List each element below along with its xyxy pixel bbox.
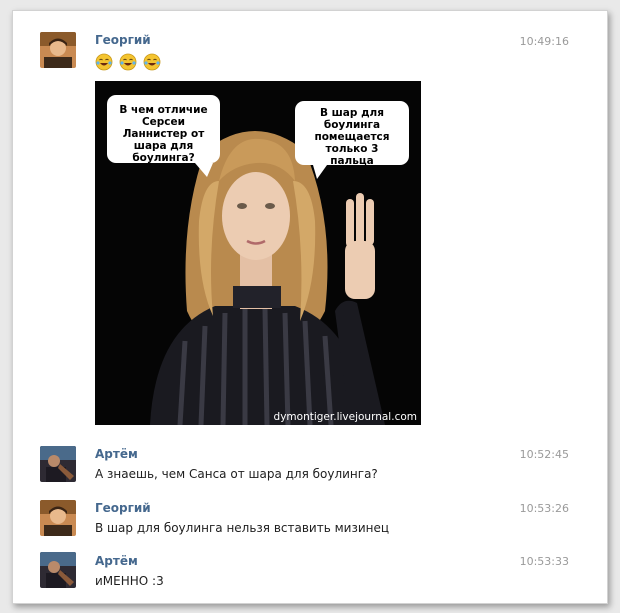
photo-watermark: dymontiger.livejournal.com bbox=[273, 411, 417, 423]
message-text: А знаешь, чем Санса от шара для боулинга… bbox=[95, 467, 378, 481]
message-text: В шар для боулинга нельзя вставить мизин… bbox=[95, 521, 390, 535]
tears-of-joy-emoji-icon bbox=[119, 53, 137, 71]
avatar-artyom[interactable] bbox=[40, 446, 76, 482]
tears-of-joy-emoji-icon bbox=[95, 53, 113, 71]
avatar-image bbox=[40, 32, 76, 68]
speech-bubble-question: В чем отличие Серсеи Ланнистер от шара д… bbox=[107, 95, 220, 164]
avatar-image bbox=[40, 500, 76, 536]
message-text: иМЕННО :3 bbox=[95, 574, 164, 588]
message-time: 10:53:33 bbox=[519, 555, 569, 568]
chat-window: Георгий 10:49:16 В чем отличие Серсеи Ла… bbox=[12, 10, 608, 604]
avatar-image bbox=[40, 446, 76, 482]
author-name[interactable]: Артём bbox=[95, 447, 138, 461]
tears-of-joy-emoji-icon bbox=[143, 53, 161, 71]
avatar-artyom[interactable] bbox=[40, 552, 76, 588]
message-time: 10:49:16 bbox=[519, 35, 569, 48]
avatar-image bbox=[40, 552, 76, 588]
avatar-georgy[interactable] bbox=[40, 500, 76, 536]
avatar-georgy[interactable] bbox=[40, 32, 76, 68]
message-time: 10:52:45 bbox=[519, 448, 569, 461]
speech-bubble-answer: В шар для боулинга помещается только 3 п… bbox=[295, 101, 409, 167]
attached-photo[interactable]: В чем отличие Серсеи Ланнистер от шара д… bbox=[95, 81, 421, 425]
emoji-row bbox=[95, 53, 161, 71]
author-name[interactable]: Георгий bbox=[95, 501, 151, 515]
author-name[interactable]: Георгий bbox=[95, 33, 151, 47]
author-name[interactable]: Артём bbox=[95, 554, 138, 568]
message-time: 10:53:26 bbox=[519, 502, 569, 515]
